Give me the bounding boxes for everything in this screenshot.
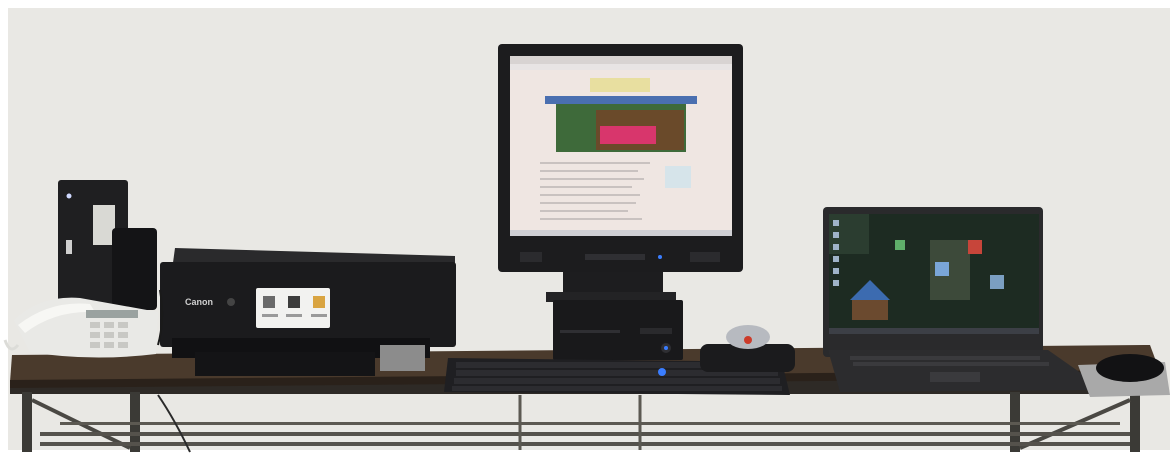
office-desk-scene: Canon: [0, 0, 1170, 456]
wall-bottom-border: [0, 450, 1170, 456]
monitor-taskbar: [510, 230, 732, 236]
wall-shadow-left: [0, 0, 8, 456]
document-icon: [288, 296, 300, 308]
router-power-led: [66, 193, 72, 199]
telephone-keypad: [90, 322, 128, 348]
monitor-power-led: [658, 255, 662, 259]
copy-icon: [313, 296, 325, 308]
printer-power-button: [227, 298, 235, 306]
desktop-pc: [553, 300, 683, 360]
printer-touchscreen: [256, 288, 330, 328]
mouse-logo-icon: [744, 336, 752, 344]
printer: Canon: [160, 248, 456, 376]
wall-top-border: [0, 0, 1170, 8]
keyboard-led: [658, 368, 666, 376]
printer-brand-label: Canon: [185, 297, 213, 307]
monitor: [498, 44, 743, 302]
laptop-taskbar: [829, 328, 1039, 334]
wireless-mouse: [1096, 354, 1164, 382]
printer-icon: [263, 296, 275, 308]
